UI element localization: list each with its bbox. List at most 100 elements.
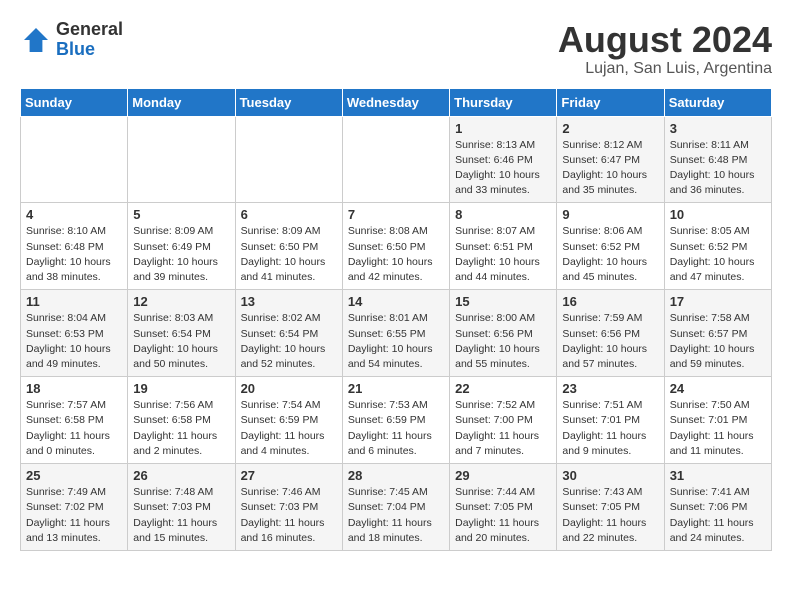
calendar-cell: 15Sunrise: 8:00 AM Sunset: 6:56 PM Dayli… [450, 290, 557, 377]
header-wednesday: Wednesday [342, 88, 449, 116]
logo-icon [20, 24, 52, 56]
calendar-cell: 25Sunrise: 7:49 AM Sunset: 7:02 PM Dayli… [21, 464, 128, 551]
day-info: Sunrise: 7:50 AM Sunset: 7:01 PM Dayligh… [670, 398, 766, 459]
day-number: 6 [241, 207, 337, 222]
day-info: Sunrise: 7:57 AM Sunset: 6:58 PM Dayligh… [26, 398, 122, 459]
week-row-3: 11 Sunrise: 8:04 AM Sunset: 6:53 PM Dayli… [21, 290, 772, 377]
logo-text: General Blue [56, 20, 123, 60]
calendar-cell [21, 116, 128, 203]
calendar-cell: 11 Sunrise: 8:04 AM Sunset: 6:53 PM Dayli… [21, 290, 128, 377]
day-number: 11 [26, 294, 122, 309]
header-friday: Friday [557, 88, 664, 116]
header-thursday: Thursday [450, 88, 557, 116]
day-info: Sunrise: 7:51 AM Sunset: 7:01 PM Dayligh… [562, 398, 658, 459]
week-row-5: 25Sunrise: 7:49 AM Sunset: 7:02 PM Dayli… [21, 464, 772, 551]
calendar-cell: 18 Sunrise: 7:57 AM Sunset: 6:58 PM Dayli… [21, 377, 128, 464]
day-number: 10 [670, 207, 766, 222]
month-year: August 2024 [558, 20, 772, 60]
day-info: Sunrise: 8:07 AM Sunset: 6:51 PM Dayligh… [455, 224, 551, 285]
week-row-1: 1 Sunrise: 8:13 AM Sunset: 6:46 PM Daylig… [21, 116, 772, 203]
day-number: 14 [348, 294, 444, 309]
calendar-cell: 13 Sunrise: 8:02 AM Sunset: 6:54 PM Dayli… [235, 290, 342, 377]
calendar-cell: 4Sunrise: 8:10 AM Sunset: 6:48 PM Daylig… [21, 203, 128, 290]
calendar-cell: 7 Sunrise: 8:08 AM Sunset: 6:50 PM Daylig… [342, 203, 449, 290]
calendar-header: SundayMondayTuesdayWednesdayThursdayFrid… [21, 88, 772, 116]
calendar-cell: 28 Sunrise: 7:45 AM Sunset: 7:04 PM Dayli… [342, 464, 449, 551]
day-number: 18 [26, 381, 122, 396]
day-number: 9 [562, 207, 658, 222]
calendar-cell: 17 Sunrise: 7:58 AM Sunset: 6:57 PM Dayli… [664, 290, 771, 377]
location: Lujan, San Luis, Argentina [558, 60, 772, 78]
day-info: Sunrise: 8:12 AM Sunset: 6:47 PM Dayligh… [562, 138, 658, 199]
header-monday: Monday [128, 88, 235, 116]
day-number: 13 [241, 294, 337, 309]
day-info: Sunrise: 7:41 AM Sunset: 7:06 PM Dayligh… [670, 485, 766, 546]
day-number: 12 [133, 294, 229, 309]
calendar-cell: 3Sunrise: 8:11 AM Sunset: 6:48 PM Daylig… [664, 116, 771, 203]
calendar-cell: 22Sunrise: 7:52 AM Sunset: 7:00 PM Dayli… [450, 377, 557, 464]
day-number: 17 [670, 294, 766, 309]
calendar-cell: 24 Sunrise: 7:50 AM Sunset: 7:01 PM Dayli… [664, 377, 771, 464]
calendar-cell: 2 Sunrise: 8:12 AM Sunset: 6:47 PM Daylig… [557, 116, 664, 203]
header-row: SundayMondayTuesdayWednesdayThursdayFrid… [21, 88, 772, 116]
day-number: 15 [455, 294, 551, 309]
day-info: Sunrise: 7:46 AM Sunset: 7:03 PM Dayligh… [241, 485, 337, 546]
day-number: 26 [133, 468, 229, 483]
day-number: 24 [670, 381, 766, 396]
day-number: 27 [241, 468, 337, 483]
calendar-cell: 14 Sunrise: 8:01 AM Sunset: 6:55 PM Dayli… [342, 290, 449, 377]
day-info: Sunrise: 7:56 AM Sunset: 6:58 PM Dayligh… [133, 398, 229, 459]
calendar-cell [128, 116, 235, 203]
day-number: 4 [26, 207, 122, 222]
day-number: 29 [455, 468, 551, 483]
day-number: 3 [670, 121, 766, 136]
day-number: 30 [562, 468, 658, 483]
day-number: 19 [133, 381, 229, 396]
day-info: Sunrise: 7:44 AM Sunset: 7:05 PM Dayligh… [455, 485, 551, 546]
calendar-table: SundayMondayTuesdayWednesdayThursdayFrid… [20, 88, 772, 551]
week-row-2: 4Sunrise: 8:10 AM Sunset: 6:48 PM Daylig… [21, 203, 772, 290]
day-number: 7 [348, 207, 444, 222]
logo-general: General [56, 19, 123, 39]
calendar-cell: 21 Sunrise: 7:53 AM Sunset: 6:59 PM Dayli… [342, 377, 449, 464]
day-info: Sunrise: 7:45 AM Sunset: 7:04 PM Dayligh… [348, 485, 444, 546]
day-info: Sunrise: 7:53 AM Sunset: 6:59 PM Dayligh… [348, 398, 444, 459]
logo-blue: Blue [56, 39, 95, 59]
calendar-cell [342, 116, 449, 203]
day-number: 28 [348, 468, 444, 483]
day-info: Sunrise: 8:04 AM Sunset: 6:53 PM Dayligh… [26, 311, 122, 372]
calendar-cell: 29 Sunrise: 7:44 AM Sunset: 7:05 PM Dayli… [450, 464, 557, 551]
calendar-cell: 27 Sunrise: 7:46 AM Sunset: 7:03 PM Dayli… [235, 464, 342, 551]
day-info: Sunrise: 8:01 AM Sunset: 6:55 PM Dayligh… [348, 311, 444, 372]
calendar-body: 1 Sunrise: 8:13 AM Sunset: 6:46 PM Daylig… [21, 116, 772, 550]
day-info: Sunrise: 8:05 AM Sunset: 6:52 PM Dayligh… [670, 224, 766, 285]
title-block: August 2024 Lujan, San Luis, Argentina [558, 20, 772, 78]
calendar-cell: 23 Sunrise: 7:51 AM Sunset: 7:01 PM Dayli… [557, 377, 664, 464]
day-number: 2 [562, 121, 658, 136]
calendar-cell: 30Sunrise: 7:43 AM Sunset: 7:05 PM Dayli… [557, 464, 664, 551]
day-number: 25 [26, 468, 122, 483]
calendar-cell: 26 Sunrise: 7:48 AM Sunset: 7:03 PM Dayli… [128, 464, 235, 551]
day-info: Sunrise: 8:02 AM Sunset: 6:54 PM Dayligh… [241, 311, 337, 372]
day-info: Sunrise: 8:09 AM Sunset: 6:49 PM Dayligh… [133, 224, 229, 285]
day-info: Sunrise: 8:03 AM Sunset: 6:54 PM Dayligh… [133, 311, 229, 372]
calendar-cell: 6Sunrise: 8:09 AM Sunset: 6:50 PM Daylig… [235, 203, 342, 290]
day-info: Sunrise: 8:13 AM Sunset: 6:46 PM Dayligh… [455, 138, 551, 199]
day-info: Sunrise: 8:08 AM Sunset: 6:50 PM Dayligh… [348, 224, 444, 285]
day-number: 23 [562, 381, 658, 396]
day-number: 21 [348, 381, 444, 396]
calendar-cell: 5Sunrise: 8:09 AM Sunset: 6:49 PM Daylig… [128, 203, 235, 290]
day-number: 1 [455, 121, 551, 136]
logo: General Blue [20, 20, 123, 60]
day-info: Sunrise: 7:58 AM Sunset: 6:57 PM Dayligh… [670, 311, 766, 372]
day-info: Sunrise: 7:48 AM Sunset: 7:03 PM Dayligh… [133, 485, 229, 546]
calendar-cell: 19 Sunrise: 7:56 AM Sunset: 6:58 PM Dayli… [128, 377, 235, 464]
calendar-cell: 9Sunrise: 8:06 AM Sunset: 6:52 PM Daylig… [557, 203, 664, 290]
calendar-cell: 16Sunrise: 7:59 AM Sunset: 6:56 PM Dayli… [557, 290, 664, 377]
calendar-cell [235, 116, 342, 203]
calendar-cell: 10 Sunrise: 8:05 AM Sunset: 6:52 PM Dayli… [664, 203, 771, 290]
day-info: Sunrise: 7:54 AM Sunset: 6:59 PM Dayligh… [241, 398, 337, 459]
week-row-4: 18 Sunrise: 7:57 AM Sunset: 6:58 PM Dayli… [21, 377, 772, 464]
calendar-cell: 8Sunrise: 8:07 AM Sunset: 6:51 PM Daylig… [450, 203, 557, 290]
calendar-cell: 12 Sunrise: 8:03 AM Sunset: 6:54 PM Dayli… [128, 290, 235, 377]
